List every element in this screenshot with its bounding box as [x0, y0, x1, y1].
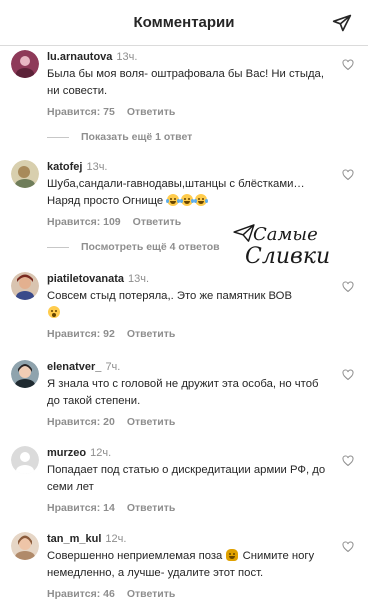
comment-text: Я знала что с головой не дружит эта особ… — [47, 378, 319, 407]
heart-icon[interactable] — [342, 59, 354, 71]
heart-icon[interactable] — [342, 455, 354, 467]
heart-icon[interactable] — [342, 369, 354, 381]
watermark-line-1: Самые — [253, 224, 318, 245]
comment-text: Была бы моя воля- оштрафовала бы Вас! Ни… — [47, 68, 324, 97]
avatar[interactable] — [11, 272, 39, 300]
comment-username[interactable]: piatiletovanata — [47, 273, 124, 285]
comment-text: Совершенно неприемлемая поза — [47, 550, 223, 562]
laughing-tears-emoji-icon — [194, 194, 209, 206]
comment-time: 12ч. — [105, 533, 127, 545]
paper-plane-icon[interactable] — [332, 13, 352, 33]
avatar[interactable] — [11, 360, 39, 388]
comment-time: 13ч. — [86, 161, 108, 173]
comment-username[interactable]: elenatver_ — [47, 361, 101, 373]
heart-icon[interactable] — [342, 541, 354, 553]
show-replies-label: Показать ещё 1 ответ — [81, 131, 193, 143]
reply-button[interactable]: Ответить — [127, 328, 176, 340]
watermark-line-2: Сливки — [245, 244, 331, 269]
divider — [47, 246, 69, 248]
heart-icon[interactable] — [342, 281, 354, 293]
reply-button[interactable]: Ответить — [133, 216, 182, 228]
comments-header: Комментарии — [0, 0, 368, 46]
comment-time: 12ч. — [90, 447, 112, 459]
comment-time: 13ч. — [128, 273, 150, 285]
watermark-logo: Самые Сливки — [233, 222, 333, 274]
avatar[interactable] — [11, 160, 39, 188]
likes-count[interactable]: Нравится: 14 — [47, 502, 115, 514]
likes-count[interactable]: Нравится: 92 — [47, 328, 115, 340]
show-replies-button[interactable]: Посмотреть ещё 4 ответов — [47, 241, 220, 253]
laughing-tears-emoji-icon — [180, 194, 195, 206]
comment-time: 13ч. — [116, 51, 138, 63]
reply-button[interactable]: Ответить — [127, 106, 176, 118]
page-title: Комментарии — [133, 14, 235, 31]
comment-time: 7ч. — [105, 361, 121, 373]
comment-username[interactable]: lu.arnautova — [47, 51, 112, 63]
laughing-tears-emoji-icon — [166, 194, 181, 206]
comment-username[interactable]: katofej — [47, 161, 82, 173]
likes-count[interactable]: Нравится: 75 — [47, 106, 115, 118]
paper-plane-icon — [233, 224, 255, 242]
heart-icon[interactable] — [342, 169, 354, 181]
avatar[interactable] — [11, 446, 39, 474]
avatar[interactable] — [11, 532, 39, 560]
likes-count[interactable]: Нравится: 20 — [47, 416, 115, 428]
divider — [47, 136, 69, 138]
avatar[interactable] — [11, 50, 39, 78]
reply-button[interactable]: Ответить — [127, 588, 176, 600]
show-replies-label: Посмотреть ещё 4 ответов — [81, 241, 220, 253]
reply-button[interactable]: Ответить — [127, 416, 176, 428]
comment-username[interactable]: tan_m_kul — [47, 533, 101, 545]
comment-username[interactable]: murzeo — [47, 447, 86, 459]
person-facepalming-emoji-icon — [226, 549, 239, 561]
astonished-face-emoji-icon — [48, 306, 60, 318]
reply-button[interactable]: Ответить — [127, 502, 176, 514]
show-replies-button[interactable]: Показать ещё 1 ответ — [47, 131, 192, 143]
likes-count[interactable]: Нравится: 46 — [47, 588, 115, 600]
comment-text: Попадает под статью о дискредитации арми… — [47, 464, 326, 493]
likes-count[interactable]: Нравится: 109 — [47, 216, 121, 228]
comment-text: Совсем стыд потеряла,. Это же памятник В… — [47, 290, 293, 302]
